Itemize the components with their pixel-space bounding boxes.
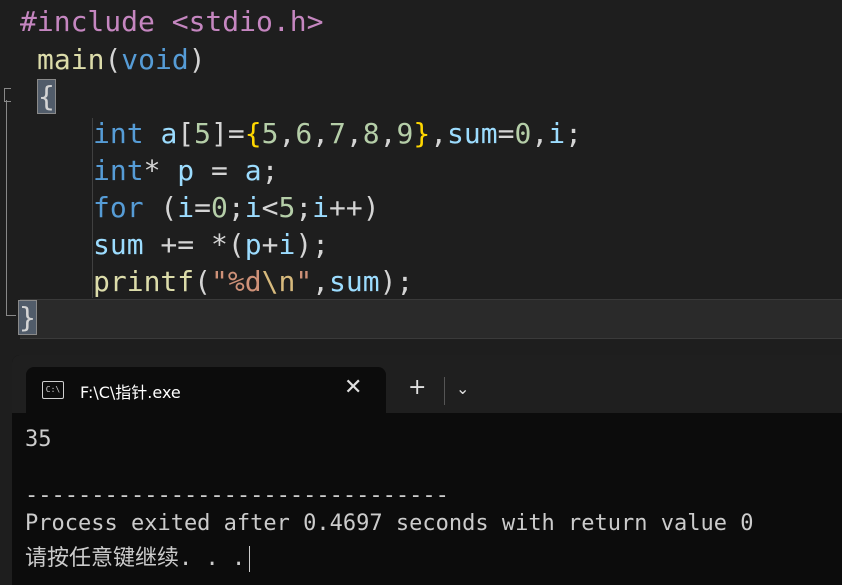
close-icon[interactable]: ✕ — [344, 375, 362, 400]
process-exit-line: Process exited after 0.4697 seconds with… — [25, 511, 754, 536]
number-literal: 7 — [329, 117, 346, 150]
identifier: sum — [447, 117, 498, 150]
code-line-main[interactable]: main(void) — [37, 42, 206, 78]
code-line-3[interactable]: for (i=0;i<5;i++) — [93, 190, 380, 226]
code-line-4[interactable]: sum += *(p+i); — [93, 227, 329, 263]
console-window[interactable]: C:\ F:\C\指针.exe ✕ + ⌄ 35 ---------------… — [12, 355, 842, 585]
identifier: p — [177, 154, 195, 187]
format-string: %d — [227, 265, 262, 298]
fold-guide-end — [6, 315, 16, 316]
identifier: p — [244, 228, 262, 261]
close-brace: } — [18, 300, 37, 335]
number-literal: 6 — [295, 117, 313, 150]
open-brace: { — [37, 79, 56, 114]
number-literal: 5 — [261, 117, 279, 150]
program-output: 35 — [25, 427, 52, 452]
identifier: a — [244, 154, 262, 187]
identifier: sum — [329, 265, 380, 298]
main-args: void — [121, 43, 189, 76]
console-icon: C:\ — [42, 381, 64, 399]
chevron-down-icon[interactable]: ⌄ — [456, 379, 469, 398]
number-literal: 5 — [278, 191, 296, 224]
for-keyword: for — [93, 191, 144, 224]
type-keyword: int — [93, 117, 144, 150]
printf-call: printf — [93, 265, 195, 298]
output-divider: -------------------------------- — [25, 483, 449, 508]
code-line-2[interactable]: int* p = a; — [93, 153, 278, 189]
escape-sequence: \n — [261, 265, 296, 298]
number-literal: 0 — [211, 191, 228, 224]
include-directive: #include <stdio.h> — [20, 5, 324, 38]
identifier: a — [160, 117, 178, 150]
terminal-tab-bar: C:\ F:\C\指针.exe ✕ + ⌄ — [12, 355, 842, 413]
number-literal: 9 — [396, 117, 414, 150]
continue-text: 请按任意键继续. . . — [25, 546, 246, 571]
tab-separator — [444, 377, 445, 405]
code-line-open-brace[interactable]: { — [37, 79, 56, 115]
number-literal: 0 — [514, 117, 532, 150]
new-tab-icon[interactable]: + — [408, 375, 426, 400]
continue-prompt: 请按任意键继续. . . — [25, 540, 251, 572]
identifier: i — [177, 191, 195, 224]
code-line-1[interactable]: int a[5]={5,6,7,8,9},sum=0,i; — [93, 116, 582, 152]
identifier: i — [312, 191, 330, 224]
identifier: i — [244, 191, 262, 224]
number-literal: 8 — [362, 117, 380, 150]
terminal-tab[interactable]: C:\ F:\C\指针.exe ✕ — [26, 367, 386, 413]
code-editor[interactable]: #include <stdio.h> main(void) { int a[5]… — [0, 0, 842, 345]
tab-title: F:\C\指针.exe — [80, 383, 181, 402]
number-literal: 5 — [194, 117, 212, 150]
type-keyword: int — [93, 154, 144, 187]
fold-guide — [6, 100, 7, 315]
text-cursor — [249, 546, 251, 572]
code-line-close-brace[interactable]: } — [18, 300, 37, 336]
current-line-highlight — [20, 299, 842, 339]
code-line-5[interactable]: printf("%d\n",sum); — [93, 264, 413, 300]
code-line-include[interactable]: #include <stdio.h> — [20, 4, 323, 40]
identifier: i — [548, 117, 566, 150]
identifier: sum — [93, 228, 144, 261]
identifier: i — [278, 228, 296, 261]
main-function-name: main — [37, 43, 105, 76]
